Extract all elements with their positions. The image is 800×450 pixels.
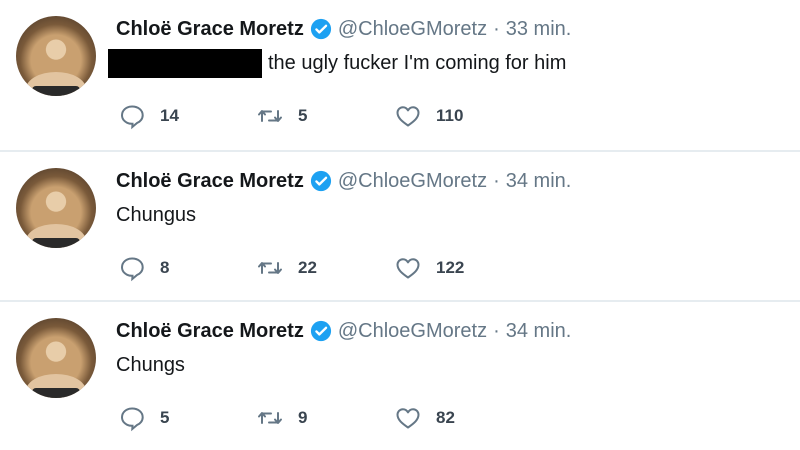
- like-button[interactable]: 122: [394, 254, 464, 282]
- heart-icon: [396, 408, 420, 429]
- retweet-count: 5: [298, 106, 308, 125]
- display-name[interactable]: Chloë Grace Moretz: [116, 320, 304, 343]
- tweet[interactable]: Chloë Grace Moretz @ChloeGMoretz · 33 mi…: [0, 0, 800, 150]
- reply-icon: [120, 105, 144, 130]
- separator-dot: ·: [493, 17, 500, 40]
- heart-icon: [396, 106, 420, 127]
- tweet-header: Chloë Grace Moretz @ChloeGMoretz · 33 mi…: [116, 14, 571, 44]
- timestamp[interactable]: 34 min.: [506, 170, 572, 193]
- like-button[interactable]: 110: [394, 102, 463, 130]
- retweet-count: 22: [298, 258, 317, 277]
- timestamp[interactable]: 34 min.: [506, 320, 572, 343]
- reply-button[interactable]: 5: [118, 404, 169, 432]
- retweet-icon: [258, 412, 282, 424]
- heart-icon: [396, 258, 420, 279]
- avatar[interactable]: [16, 168, 96, 248]
- verified-badge-icon: [310, 320, 331, 342]
- display-name[interactable]: Chloë Grace Moretz: [116, 18, 304, 41]
- avatar[interactable]: [16, 16, 96, 96]
- user-handle[interactable]: @ChloeGMoretz: [338, 320, 487, 343]
- tweet-header: Chloë Grace Moretz @ChloeGMoretz · 34 mi…: [116, 316, 571, 346]
- user-handle[interactable]: @ChloeGMoretz: [338, 170, 487, 193]
- reply-icon: [120, 257, 144, 282]
- tweet-text: the ugly fucker I'm coming for him: [108, 48, 567, 78]
- reply-button[interactable]: 8: [118, 254, 169, 282]
- retweet-button[interactable]: 22: [256, 254, 317, 282]
- verified-badge-icon: [310, 18, 331, 40]
- tweet-text: Chungs: [116, 350, 185, 380]
- avatar[interactable]: [16, 318, 96, 398]
- tweet[interactable]: Chloë Grace Moretz @ChloeGMoretz · 34 mi…: [0, 150, 800, 300]
- reply-button[interactable]: 14: [118, 102, 179, 130]
- tweet-text: Chungus: [116, 200, 196, 230]
- retweet-button[interactable]: 5: [256, 102, 307, 130]
- reply-count: 8: [160, 258, 170, 277]
- retweet-button[interactable]: 9: [256, 404, 307, 432]
- separator-dot: ·: [493, 319, 500, 342]
- retweet-count: 9: [298, 408, 308, 427]
- tweet-body: Chungs: [116, 353, 185, 376]
- like-button[interactable]: 82: [394, 404, 455, 432]
- redaction-bar: [108, 48, 262, 78]
- retweet-icon: [258, 110, 282, 122]
- like-count: 122: [436, 258, 465, 277]
- reply-count: 14: [160, 106, 179, 125]
- like-count: 82: [436, 408, 455, 427]
- reply-count: 5: [160, 408, 170, 427]
- tweet-body: Chungus: [116, 203, 197, 226]
- separator-dot: ·: [493, 169, 500, 192]
- retweet-icon: [258, 262, 282, 274]
- user-handle[interactable]: @ChloeGMoretz: [338, 18, 487, 41]
- tweet[interactable]: Chloë Grace Moretz @ChloeGMoretz · 34 mi…: [0, 300, 800, 450]
- display-name[interactable]: Chloë Grace Moretz: [116, 170, 304, 193]
- like-count: 110: [436, 106, 464, 125]
- tweet-header: Chloë Grace Moretz @ChloeGMoretz · 34 mi…: [116, 166, 571, 196]
- verified-badge-icon: [310, 170, 331, 192]
- tweet-body: the ugly fucker I'm coming for him: [268, 51, 567, 74]
- reply-icon: [120, 407, 144, 432]
- timestamp[interactable]: 33 min.: [506, 18, 572, 41]
